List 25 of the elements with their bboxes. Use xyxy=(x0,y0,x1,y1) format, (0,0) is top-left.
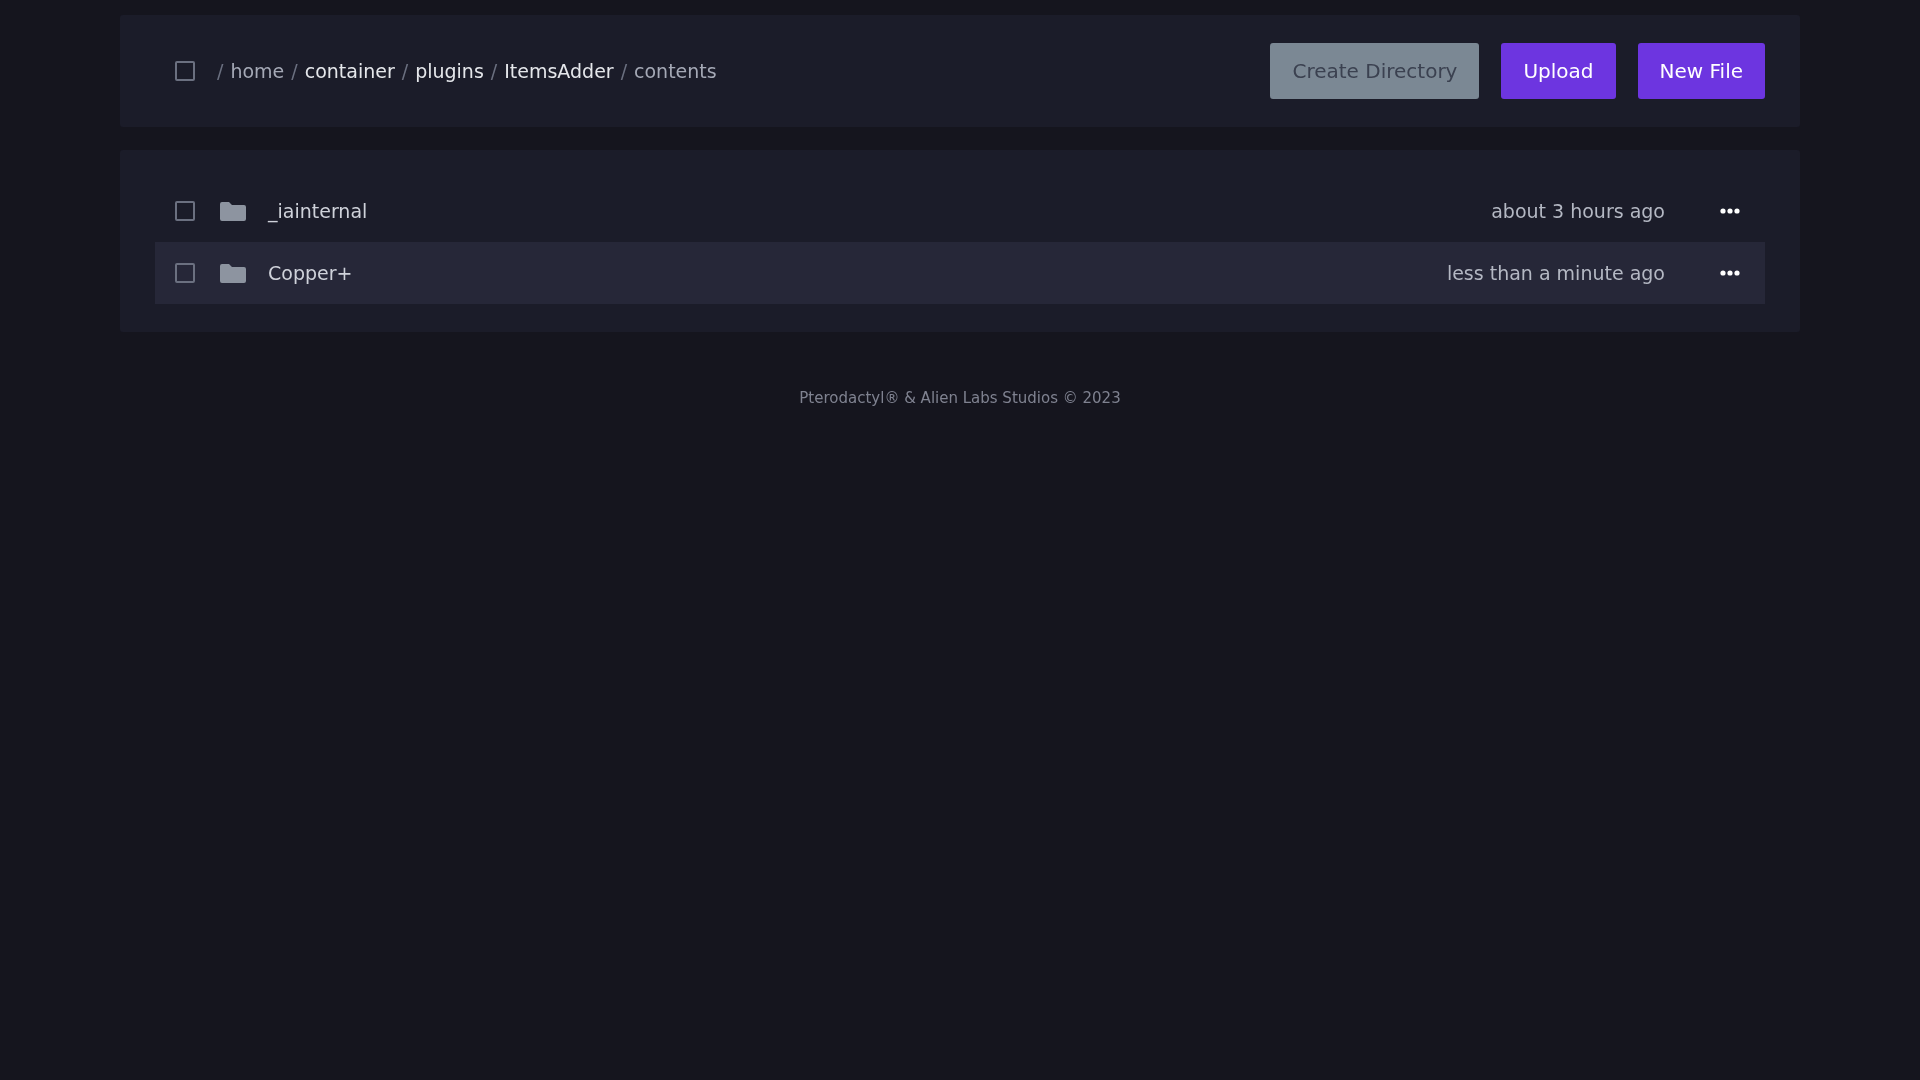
breadcrumb-link[interactable]: container xyxy=(304,60,395,82)
modified-time: about 3 hours ago xyxy=(1491,200,1665,222)
breadcrumb-text: home xyxy=(230,60,285,82)
breadcrumb-link[interactable]: plugins xyxy=(415,60,484,82)
folder-name[interactable]: _iainternal xyxy=(268,200,368,222)
breadcrumb-separator: / xyxy=(490,60,498,82)
select-all-checkbox[interactable] xyxy=(175,61,195,81)
modified-time: less than a minute ago xyxy=(1446,262,1665,284)
breadcrumb-separator: / xyxy=(620,60,628,82)
folder-name[interactable]: Copper+ xyxy=(268,262,353,284)
more-options-icon[interactable] xyxy=(1720,208,1740,214)
breadcrumb-separator: / xyxy=(291,60,298,82)
file-row[interactable]: Copper+ less than a minute ago xyxy=(155,242,1765,304)
breadcrumb-separator: / xyxy=(401,60,409,82)
breadcrumb-separator: / xyxy=(217,60,224,82)
more-options-icon[interactable] xyxy=(1720,270,1740,276)
breadcrumb-text: contents xyxy=(634,60,717,82)
folder-icon xyxy=(220,200,246,222)
breadcrumb-link[interactable]: ItemsAdder xyxy=(504,60,614,82)
primary-button[interactable]: Upload xyxy=(1501,43,1616,99)
row-checkbox[interactable] xyxy=(175,201,195,221)
footer-copyright: Pterodactyl® & Alien Labs Studios © 2023 xyxy=(799,389,1121,407)
folder-icon xyxy=(220,262,246,284)
primary-button[interactable]: New File xyxy=(1637,43,1765,99)
row-checkbox[interactable] xyxy=(175,263,195,283)
